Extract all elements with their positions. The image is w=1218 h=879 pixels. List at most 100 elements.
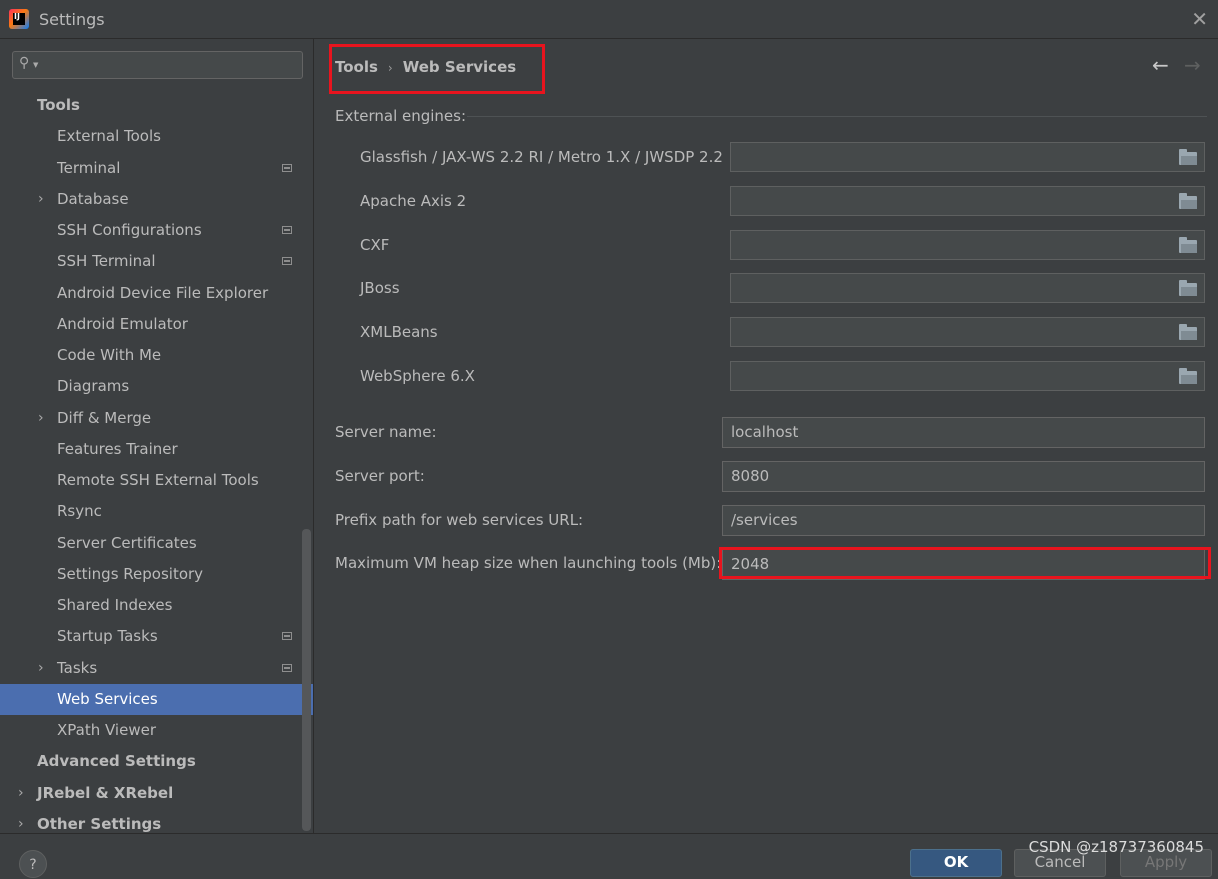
prefix-path-input[interactable]: /services [722, 505, 1205, 536]
engine-path-input[interactable] [730, 317, 1205, 347]
heap-size-highlight-box [719, 547, 1211, 579]
sidebar-item-label: SSH Configurations [57, 221, 202, 239]
back-arrow-icon[interactable]: ← [1152, 53, 1169, 77]
sidebar-item-label: Shared Indexes [57, 596, 173, 614]
settings-content: Tools › Web Services ← → External engines:… [314, 39, 1218, 833]
sidebar-item-ssh-configurations[interactable]: SSH Configurations [0, 215, 313, 246]
engine-label: WebSphere 6.X [360, 367, 475, 385]
sidebar-item-label: Database [57, 190, 129, 208]
browse-folder-icon[interactable] [1179, 368, 1197, 384]
sidebar-item-tasks[interactable]: › Tasks [0, 653, 313, 684]
sidebar-item-label: Code With Me [57, 346, 162, 364]
engine-label: JBoss [360, 279, 400, 297]
sidebar-item-label: Diff & Merge [57, 409, 152, 427]
sidebar-item-features-trainer[interactable]: Features Trainer [0, 434, 313, 465]
sidebar-item-diagrams[interactable]: Diagrams [0, 371, 313, 402]
project-level-icon [282, 164, 292, 172]
title-bar: IJ Settings ✕ [0, 0, 1218, 39]
sidebar-item-label: Android Emulator [57, 315, 188, 333]
expand-chevron-icon[interactable]: › [38, 653, 44, 684]
browse-folder-icon[interactable] [1179, 193, 1197, 209]
sidebar-item-ssh-terminal[interactable]: SSH Terminal [0, 246, 313, 277]
sidebar-item-android-emulator[interactable]: Android Emulator [0, 309, 313, 340]
expand-chevron-icon[interactable]: › [18, 778, 24, 809]
sidebar-item-label: Terminal [57, 159, 121, 177]
sidebar-item-label: Features Trainer [57, 440, 178, 458]
sidebar-item-shared-indexes[interactable]: Shared Indexes [0, 590, 313, 621]
sidebar-item-external-tools[interactable]: External Tools [0, 121, 313, 152]
browse-folder-icon[interactable] [1179, 324, 1197, 340]
prefix-path-label: Prefix path for web services URL: [335, 511, 584, 529]
engine-path-input[interactable] [730, 186, 1205, 216]
sidebar-item-rsync[interactable]: Rsync [0, 496, 313, 527]
server-name-input[interactable]: localhost [722, 417, 1205, 448]
external-engines-label: External engines: [335, 107, 467, 125]
sidebar-item-remote-ssh-external-tools[interactable]: Remote SSH External Tools [0, 465, 313, 496]
browse-folder-icon[interactable] [1179, 237, 1197, 253]
window-title: Settings [39, 10, 105, 29]
sidebar-scrollbar[interactable] [302, 529, 311, 831]
close-icon[interactable]: ✕ [1191, 7, 1208, 31]
ok-button[interactable]: OK [910, 849, 1002, 877]
intellij-app-icon: IJ [9, 9, 29, 29]
sidebar-item-label: Settings Repository [57, 565, 204, 583]
help-button[interactable]: ? [19, 850, 47, 878]
sidebar-item-startup-tasks[interactable]: Startup Tasks [0, 621, 313, 652]
sidebar-item-label: SSH Terminal [57, 252, 156, 270]
sidebar-item-diff-merge[interactable]: › Diff & Merge [0, 403, 313, 434]
search-icon: ⚲ [19, 55, 30, 71]
project-level-icon [282, 226, 292, 234]
server-port-label: Server port: [335, 467, 425, 485]
sidebar-item-code-with-me[interactable]: Code With Me [0, 340, 313, 371]
sidebar-item-android-device-file-explorer[interactable]: Android Device File Explorer [0, 278, 313, 309]
server-name-label: Server name: [335, 423, 437, 441]
settings-search[interactable]: ⚲ ▼ [12, 51, 303, 79]
sidebar-item-label: XPath Viewer [57, 721, 156, 739]
engine-path-input[interactable] [730, 230, 1205, 260]
sidebar-item-terminal[interactable]: Terminal [0, 153, 313, 184]
dialog-footer: ? OK Cancel Apply CSDN @z18737360845 [0, 833, 1218, 878]
forward-arrow-icon[interactable]: → [1184, 53, 1201, 77]
engine-label: Apache Axis 2 [360, 192, 467, 210]
sidebar-item-xpath-viewer[interactable]: XPath Viewer [0, 715, 313, 746]
sidebar-item-label: External Tools [57, 127, 161, 145]
sidebar-item-label: Startup Tasks [57, 627, 158, 645]
sidebar-item-tools[interactable]: Tools [0, 90, 313, 121]
sidebar-item-label: Web Services [57, 690, 158, 708]
sidebar-item-web-services[interactable]: Web Services [0, 684, 313, 715]
sidebar-item-jrebel-xrebel[interactable]: › JRebel & XRebel [0, 778, 313, 809]
project-level-icon [282, 257, 292, 265]
project-level-icon [282, 664, 292, 672]
sidebar-item-label: Android Device File Explorer [57, 284, 269, 302]
sidebar-item-settings-repository[interactable]: Settings Repository [0, 559, 313, 590]
engine-path-input[interactable] [730, 142, 1205, 172]
breadcrumb-highlight-box [329, 44, 545, 94]
search-dropdown-icon[interactable]: ▼ [33, 61, 38, 69]
search-input[interactable] [43, 54, 302, 78]
engine-label: Glassfish / JAX-WS 2.2 RI / Metro 1.X / … [360, 148, 723, 166]
settings-sidebar: ⚲ ▼ Tools External Tools Terminal › Database… [0, 39, 313, 833]
engine-path-input[interactable] [730, 273, 1205, 303]
browse-folder-icon[interactable] [1179, 149, 1197, 165]
sidebar-item-server-certificates[interactable]: Server Certificates [0, 528, 313, 559]
sidebar-item-database[interactable]: › Database [0, 184, 313, 215]
engine-label: XMLBeans [360, 323, 438, 341]
engine-label: CXF [360, 236, 390, 254]
sidebar-item-label: Remote SSH External Tools [57, 471, 259, 489]
engine-path-input[interactable] [730, 361, 1205, 391]
expand-chevron-icon[interactable]: › [38, 184, 44, 215]
sidebar-item-label: JRebel & XRebel [37, 784, 174, 802]
heap-size-label: Maximum VM heap size when launching tool… [335, 554, 722, 572]
sidebar-item-label: Tasks [57, 659, 98, 677]
browse-folder-icon[interactable] [1179, 280, 1197, 296]
app-icon-text: IJ [14, 12, 20, 21]
project-level-icon [282, 632, 292, 640]
sidebar-item-label: Diagrams [57, 377, 130, 395]
sidebar-item-label: Advanced Settings [37, 752, 196, 770]
sidebar-item-label: Tools [37, 96, 80, 114]
expand-chevron-icon[interactable]: › [38, 403, 44, 434]
server-port-input[interactable]: 8080 [722, 461, 1205, 492]
sidebar-item-label: Rsync [57, 502, 102, 520]
sidebar-item-advanced-settings[interactable]: Advanced Settings [0, 746, 313, 777]
sidebar-item-label: Server Certificates [57, 534, 197, 552]
